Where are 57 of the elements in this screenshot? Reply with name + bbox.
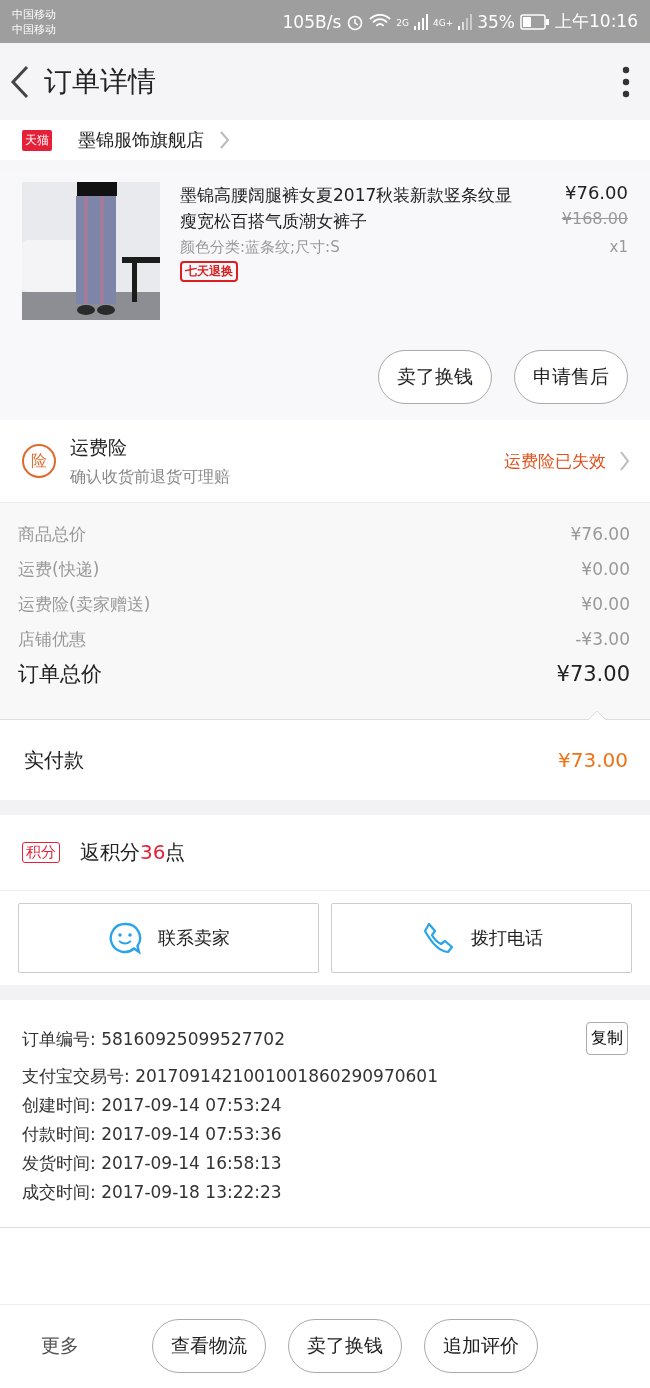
- cost-label: 运费(快递): [18, 558, 100, 581]
- call-button[interactable]: 拨打电话: [331, 903, 632, 973]
- shop-name[interactable]: 墨锦服饰旗舰店: [78, 128, 204, 152]
- chevron-right-icon: [220, 131, 230, 149]
- carrier-label: 中国移动: [12, 21, 56, 37]
- more-link[interactable]: 更多: [0, 1333, 120, 1359]
- cost-label: 运费险(卖家赠送): [18, 593, 151, 616]
- product-title[interactable]: 墨锦高腰阔腿裤女夏2017秋装新款竖条纹显瘦宽松百搭气质潮女裤子: [180, 182, 518, 234]
- product-quantity: x1: [609, 238, 628, 256]
- action-button[interactable]: 追加评价: [424, 1319, 538, 1373]
- cost-label: 订单总价: [18, 663, 102, 686]
- return-policy-tag: 七天退换: [180, 261, 238, 282]
- store-badge: 天猫: [22, 129, 52, 151]
- paid-label: 实付款: [24, 746, 84, 774]
- points-badge: 积分: [22, 842, 60, 863]
- chat-bubble-icon: [107, 921, 142, 955]
- original-price: ¥168.00: [561, 209, 628, 228]
- signal-icon: [413, 13, 428, 30]
- more-menu-icon[interactable]: [622, 65, 630, 98]
- insurance-title: 运费险: [70, 434, 128, 460]
- cost-value: -¥3.00: [575, 628, 630, 651]
- cost-value: ¥0.00: [581, 558, 630, 581]
- network-label: 2G: [396, 18, 409, 28]
- action-button[interactable]: 查看物流: [152, 1319, 266, 1373]
- battery-icon: [520, 13, 550, 30]
- clock: 上午10:16: [555, 10, 638, 33]
- insurance-status[interactable]: 运费险已失效: [504, 449, 606, 473]
- cost-value: ¥76.00: [570, 523, 630, 546]
- order-info-line: 创建时间: 2017-09-14 07:53:24: [22, 1094, 282, 1117]
- order-info-line: 发货时间: 2017-09-14 16:58:13: [22, 1152, 282, 1175]
- paid-amount: ¥73.00: [558, 748, 628, 772]
- cost-label: 店铺优惠: [18, 628, 86, 651]
- cost-label: 商品总价: [18, 523, 86, 546]
- cost-value: ¥73.00: [556, 663, 630, 686]
- order-info-line: 付款时间: 2017-09-14 07:53:36: [22, 1123, 282, 1146]
- battery-percent: 35%: [477, 11, 515, 32]
- signal-icon: [458, 13, 473, 30]
- order-info-line: 支付宝交易号: 2017091421001001860290970601: [22, 1065, 438, 1088]
- insurance-subtitle: 确认收货前退货可理赔: [70, 466, 231, 488]
- points-text: 返积分36点: [80, 839, 186, 866]
- action-button[interactable]: 申请售后: [514, 350, 628, 404]
- action-button[interactable]: 卖了换钱: [378, 350, 492, 404]
- contact-seller-button[interactable]: 联系卖家: [18, 903, 319, 973]
- back-icon[interactable]: [10, 64, 30, 99]
- product-price: ¥76.00: [565, 182, 628, 203]
- action-button[interactable]: 卖了换钱: [288, 1319, 402, 1373]
- carrier-label: 中国移动: [12, 6, 56, 22]
- network-speed: 105B/s: [282, 11, 342, 32]
- copy-button[interactable]: 复制: [586, 1022, 628, 1055]
- network-label: 4G+: [432, 18, 454, 28]
- insurance-icon: 险: [22, 444, 56, 478]
- cost-value: ¥0.00: [581, 593, 630, 616]
- order-info-line: 成交时间: 2017-09-18 13:22:23: [22, 1181, 282, 1204]
- chevron-right-icon: [620, 451, 630, 471]
- product-sku: 颜色分类:蓝条纹;尺寸:S: [180, 238, 340, 257]
- order-info-line: 订单编号: 58160925099527702: [22, 1028, 285, 1051]
- page-title: 订单详情: [44, 63, 157, 100]
